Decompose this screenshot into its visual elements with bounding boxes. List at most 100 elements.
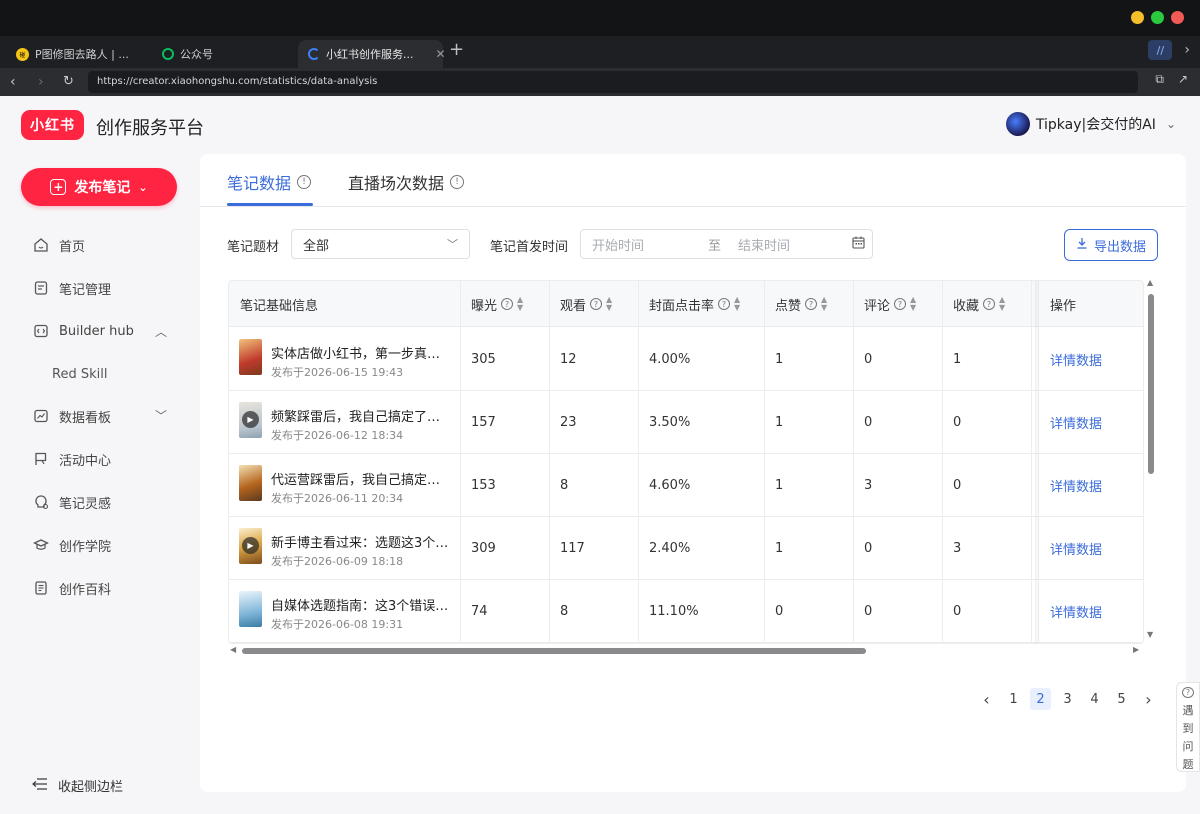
url-input[interactable]: https://creator.xiaohongshu.com/statisti… — [88, 71, 1138, 93]
start-time-input[interactable]: 开始时间 — [592, 235, 702, 254]
scroll-right-icon[interactable]: ▶ — [1133, 645, 1139, 654]
tab-label: 直播场次数据 — [348, 174, 445, 193]
cell-exposure: 305 — [471, 352, 496, 367]
note-cover-thumbnail[interactable] — [239, 465, 262, 501]
page-button[interactable]: 4 — [1084, 688, 1105, 710]
maximize-dot[interactable] — [1151, 11, 1164, 24]
th-collects[interactable]: 收藏? ▲ ▼ — [942, 281, 1031, 327]
page-button[interactable]: 5 — [1111, 688, 1132, 710]
tab-close-icon[interactable]: ✕ — [436, 47, 446, 61]
tab-live-data[interactable]: 直播场次数据 ! — [348, 170, 465, 194]
detail-data-link[interactable]: 详情数据 — [1039, 454, 1102, 517]
browser-tab-2[interactable]: 公众号 — [152, 40, 223, 68]
help-icon[interactable]: ? — [501, 298, 514, 310]
sidebar-item-data-dashboard[interactable]: 数据看板 — [32, 405, 111, 427]
th-views[interactable]: 观看? ▲ ▼ — [549, 281, 638, 327]
note-title[interactable]: 自媒体选题指南：这3个错误千万别犯 — [271, 595, 453, 614]
share-icon[interactable]: ↗ — [1178, 72, 1188, 87]
sort-icon[interactable]: ▲ ▼ — [910, 296, 916, 312]
tab-2-title: 公众号 — [180, 48, 213, 61]
copy-icon[interactable]: ⧉ — [1155, 72, 1164, 87]
minimize-dot[interactable] — [1131, 11, 1144, 24]
chevron-right-icon[interactable]: › — [1184, 42, 1190, 58]
page-button[interactable]: 1 — [1003, 688, 1024, 710]
topic-select-value: 全部 — [303, 238, 330, 254]
xiaohongshu-logo[interactable]: 小红书 — [21, 110, 84, 140]
new-tab-button[interactable]: + — [449, 40, 464, 60]
info-icon[interactable]: ! — [450, 175, 465, 189]
close-dot[interactable] — [1171, 11, 1184, 24]
horizontal-scroll-thumb[interactable] — [242, 648, 866, 654]
help-icon[interactable]: ? — [718, 298, 731, 310]
note-title[interactable]: 实体店做小红书，第一步真不是发笔记 — [271, 343, 453, 362]
th-label: 收藏 — [953, 298, 980, 314]
sort-icon[interactable]: ▲ ▼ — [517, 296, 523, 312]
th-comments[interactable]: 评论? ▲ ▼ — [853, 281, 942, 327]
chevron-up-icon[interactable]: ︿ — [155, 323, 167, 340]
publish-note-button[interactable]: + 发布笔记 ⌄ — [21, 168, 177, 206]
date-range-picker[interactable]: 开始时间 至 结束时间 — [580, 229, 873, 259]
avatar[interactable] — [1005, 112, 1030, 136]
sidebar-item-creator-academy[interactable]: 创作学院 — [32, 534, 111, 556]
chevron-down-icon[interactable]: ﹀ — [155, 407, 167, 424]
user-menu[interactable]: Tipkay|会交付的AI ⌄ — [1005, 112, 1176, 136]
th-exposure[interactable]: 曝光? ▲ ▼ — [460, 281, 549, 327]
scroll-down-icon[interactable]: ▼ — [1147, 630, 1153, 639]
topic-select[interactable]: 全部 ﹀ — [291, 229, 470, 259]
reload-icon[interactable]: ↻ — [63, 72, 74, 92]
next-page-button[interactable]: › — [1138, 688, 1159, 710]
sidebar-item-creator-wiki[interactable]: 创作百科 — [32, 577, 111, 599]
browser-tab-1[interactable]: 碰 P图修图去路人 | ... — [6, 40, 139, 68]
help-icon[interactable]: ? — [894, 298, 907, 310]
th-ctr[interactable]: 封面点击率? ▲ ▼ — [638, 281, 764, 327]
page-button[interactable]: 3 — [1057, 688, 1078, 710]
play-icon: ▶ — [242, 537, 259, 554]
help-float-button[interactable]: ? 遇 到 问 题 — [1176, 682, 1200, 772]
sort-icon[interactable]: ▲ ▼ — [999, 296, 1005, 312]
detail-data-link[interactable]: 详情数据 — [1039, 580, 1102, 643]
range-separator: 至 — [707, 238, 721, 254]
browser-tab-3[interactable]: 小红书创作服务... ✕ — [298, 40, 446, 68]
sort-icon[interactable]: ▲ ▼ — [821, 296, 827, 312]
scroll-up-icon[interactable]: ▲ — [1147, 278, 1153, 287]
address-actions: ⧉ ↗ — [1155, 72, 1188, 87]
th-likes[interactable]: 点赞? ▲ ▼ — [764, 281, 853, 327]
page-button-current[interactable]: 2 — [1030, 688, 1051, 710]
detail-data-link[interactable]: 详情数据 — [1039, 328, 1102, 391]
vertical-scrollbar[interactable]: ▲ ▼ — [1146, 278, 1156, 644]
prev-page-button[interactable]: ‹ — [976, 688, 997, 710]
help-icon[interactable]: ? — [590, 298, 603, 310]
export-data-button[interactable]: 导出数据 — [1064, 229, 1158, 261]
extension-icon[interactable]: // — [1148, 40, 1173, 60]
note-title[interactable]: 频繁踩雷后，我自己搞定了实体店运营 — [271, 406, 453, 425]
tab-note-data[interactable]: 笔记数据 ! — [227, 170, 312, 194]
note-cover-thumbnail[interactable] — [239, 339, 262, 375]
collapse-sidebar-button[interactable]: 收起侧边栏 — [31, 776, 123, 795]
info-icon[interactable]: ! — [297, 175, 312, 189]
horizontal-scrollbar[interactable]: ◀ ▶ — [228, 645, 1144, 656]
sidebar-item-activity-center[interactable]: 活动中心 — [32, 448, 111, 470]
note-title[interactable]: 新手博主看过来：选题这3个坑别踩 — [271, 532, 453, 551]
end-time-input[interactable]: 结束时间 — [738, 235, 848, 254]
sidebar-item-note-management[interactable]: 笔记管理 — [32, 277, 111, 299]
note-title[interactable]: 代运营踩雷后，我自己搞定了实体店 — [271, 469, 453, 488]
tab-1-title: P图修图去路人 | ... — [35, 48, 129, 61]
sidebar-item-note-inspiration[interactable]: 笔记灵感 — [32, 491, 111, 513]
note-cover-thumbnail[interactable] — [239, 591, 262, 627]
detail-data-link[interactable]: 详情数据 — [1039, 517, 1102, 580]
column-divider — [460, 281, 461, 643]
sort-icon[interactable]: ▲ ▼ — [734, 296, 740, 312]
forward-arrow-icon[interactable]: › — [38, 72, 44, 92]
back-arrow-icon[interactable]: ‹ — [10, 72, 16, 92]
cell-collects: 0 — [953, 478, 962, 493]
scroll-left-icon[interactable]: ◀ — [230, 645, 236, 654]
sidebar-item-red-skill[interactable]: Red Skill — [52, 363, 107, 385]
sidebar-item-home[interactable]: 首页 — [32, 234, 85, 256]
help-icon[interactable]: ? — [805, 298, 818, 310]
chart-icon — [32, 408, 49, 425]
sort-icon[interactable]: ▲ ▼ — [606, 296, 612, 312]
vertical-scroll-thumb[interactable] — [1148, 294, 1154, 474]
help-icon[interactable]: ? — [983, 298, 996, 310]
sidebar-item-builder-hub[interactable]: Builder hub — [32, 320, 134, 342]
detail-data-link[interactable]: 详情数据 — [1039, 391, 1102, 454]
